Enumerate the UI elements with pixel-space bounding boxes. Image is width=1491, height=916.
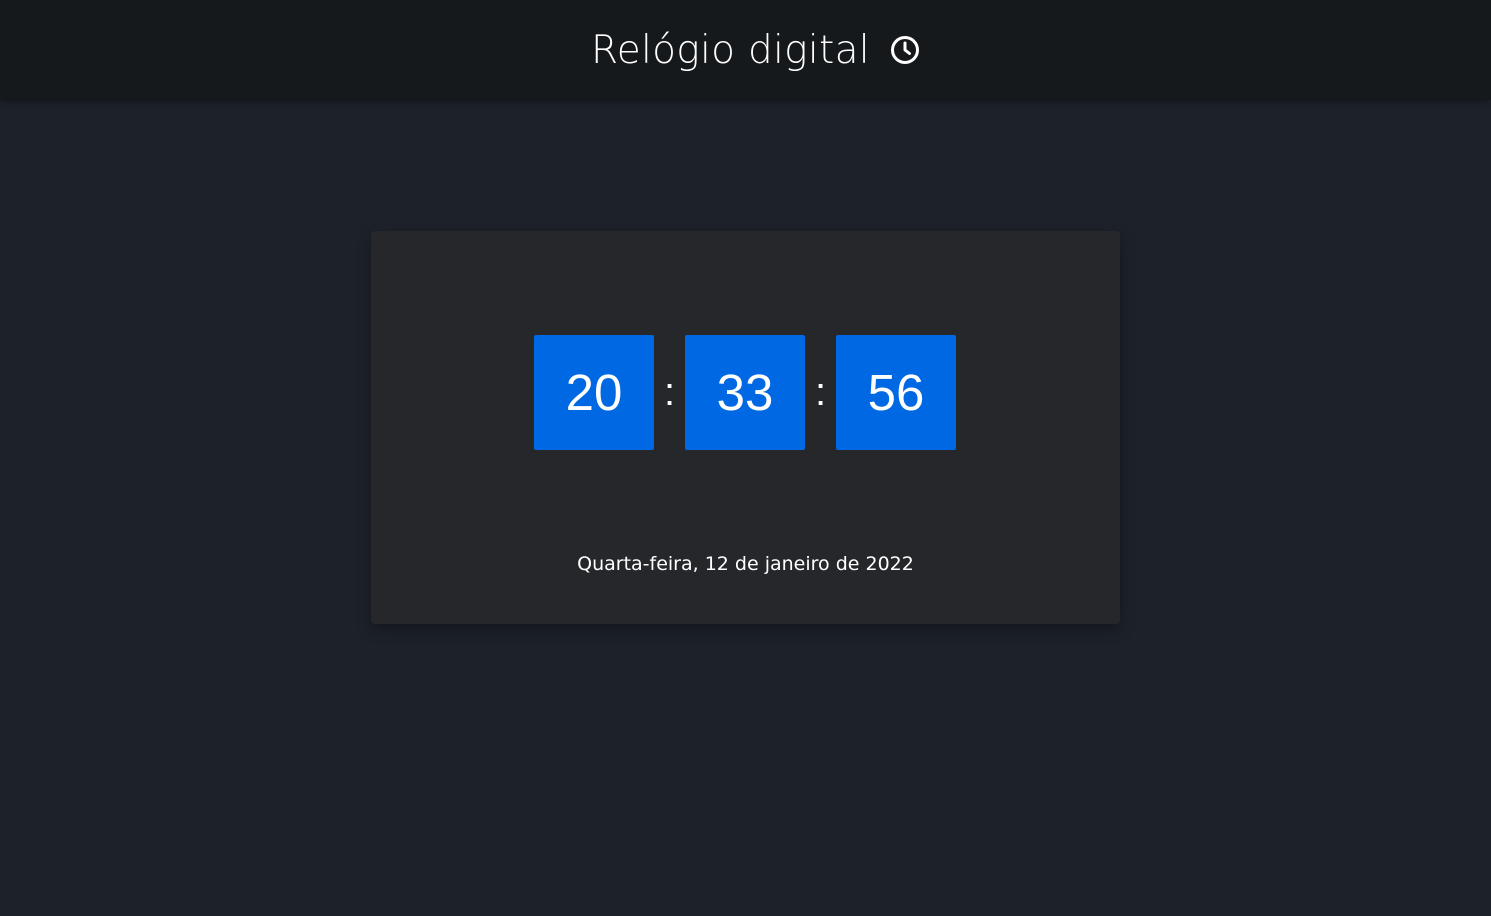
- time-separator: :: [663, 370, 676, 414]
- date-label: Quarta-feira, 12 de janeiro de 2022: [577, 553, 914, 575]
- header-title-group: Relógio digital: [591, 28, 920, 73]
- clock-icon: [890, 35, 920, 65]
- app-header: Relógio digital: [0, 0, 1491, 100]
- minutes-box: 33: [685, 335, 805, 450]
- seconds-box: 56: [836, 335, 956, 450]
- time-separator: :: [814, 370, 827, 414]
- time-display: 20 : 33 : 56: [534, 335, 956, 450]
- page-title: Relógio digital: [591, 27, 870, 73]
- hours-box: 20: [534, 335, 654, 450]
- clock-card: 20 : 33 : 56 Quarta-feira, 12 de janeiro…: [371, 231, 1120, 624]
